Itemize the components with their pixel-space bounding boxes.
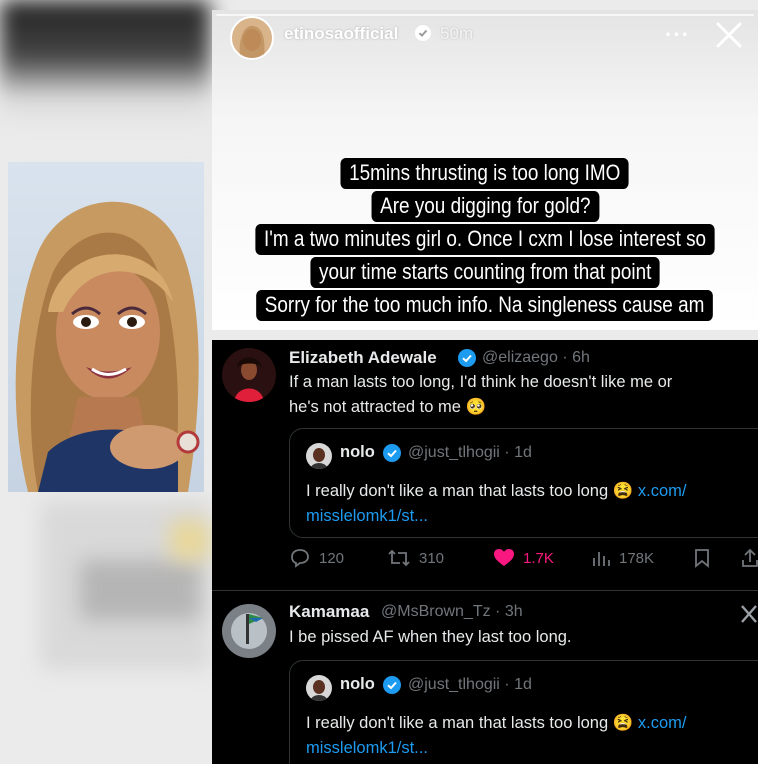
caption-line: I'm a two minutes girl o. Once I cxm I l…: [255, 224, 715, 255]
caption-line: Are you digging for gold?: [371, 191, 599, 222]
quoted-link-continued[interactable]: misslelomk1/st...: [306, 507, 428, 525]
blurred-background-bottom-dark: [80, 560, 200, 620]
heart-icon: [494, 549, 514, 566]
caption-line: your time starts counting from that poin…: [310, 257, 660, 288]
close-icon[interactable]: [712, 18, 746, 52]
views-count: 178K: [619, 549, 655, 567]
like-button[interactable]: 1.7K: [493, 548, 554, 568]
like-count: 1.7K: [523, 549, 554, 567]
share-button[interactable]: [741, 548, 758, 568]
story-timestamp: 50m: [440, 24, 474, 43]
tweet-handle[interactable]: @elizaego · 6h: [482, 349, 590, 367]
blurred-background-accent: [170, 520, 210, 560]
quoted-text: I really don't like a man that lasts too…: [306, 711, 758, 761]
tweet-handle[interactable]: @MsBrown_Tz · 3h: [381, 603, 523, 621]
tweet[interactable]: Kamamaa @MsBrown_Tz · 3h I be pissed AF …: [212, 592, 758, 764]
quoted-tweet-avatar[interactable]: [306, 675, 332, 701]
repost-count: 310: [419, 549, 445, 567]
quoted-text: I really don't like a man that lasts too…: [306, 479, 758, 529]
quoted-text-body: I really don't like a man that lasts too…: [306, 482, 638, 500]
quoted-tweet[interactable]: nolo @just_tlhogii · 1d I really don't l…: [289, 660, 758, 764]
reply-count: 120: [319, 549, 345, 567]
quoted-handle[interactable]: @just_tlhogii · 1d: [408, 676, 532, 694]
more-horizontal-icon[interactable]: ···: [665, 22, 690, 48]
share-icon: [742, 548, 758, 567]
story-progress-bar: [216, 14, 754, 16]
tweet-text: I be pissed AF when they last too long.: [289, 628, 572, 646]
quoted-tweet[interactable]: nolo @just_tlhogii · 1d I really don't l…: [289, 428, 758, 538]
repost-icon: [388, 549, 410, 567]
story-username[interactable]: etinosaofficial: [284, 24, 398, 44]
story-caption: 15mins thrusting is too long IMO Are you…: [212, 158, 758, 323]
verified-badge-icon: [383, 444, 401, 462]
x-logo-icon: [741, 605, 757, 623]
bookmark-button[interactable]: [693, 548, 711, 568]
bookmark-icon: [695, 549, 709, 568]
blurred-background-top: [0, 0, 210, 140]
reply-icon: [291, 549, 309, 568]
verified-badge-icon: [383, 676, 401, 694]
tweet-actions: 120 310 1.7K 178K: [289, 544, 758, 574]
quoted-link-continued[interactable]: misslelomk1/st...: [306, 739, 428, 757]
views-icon: [593, 552, 610, 566]
tweet[interactable]: Elizabeth Adewale @elizaego · 6h 𝕏 If a …: [212, 340, 758, 591]
tweet-author-name[interactable]: Elizabeth Adewale: [289, 348, 437, 368]
tweet-divider: [212, 590, 758, 591]
quoted-link[interactable]: x.com/: [638, 714, 687, 732]
story-avatar[interactable]: [230, 16, 274, 60]
tweet-avatar[interactable]: [222, 348, 276, 402]
caption-line: 15mins thrusting is too long IMO: [340, 158, 630, 189]
tweet-text: If a man lasts too long, I'd think he do…: [289, 370, 749, 420]
reply-button[interactable]: 120: [289, 548, 344, 568]
tweet-author-name[interactable]: Kamamaa: [289, 602, 369, 622]
quoted-link[interactable]: x.com/: [638, 482, 687, 500]
portrait-photo: [8, 162, 204, 492]
quoted-author-name[interactable]: nolo: [340, 443, 375, 462]
tweet-text-line: he's not attracted to me 🥺: [289, 398, 487, 416]
verified-badge-icon: [458, 349, 476, 367]
caption-line: Sorry for the too much info. Na singlene…: [256, 290, 714, 321]
tweet-thread: Elizabeth Adewale @elizaego · 6h 𝕏 If a …: [212, 340, 758, 764]
instagram-story: etinosaofficial 50m ··· 15mins thrusting…: [212, 10, 758, 330]
views-button[interactable]: 178K: [591, 548, 654, 568]
quoted-author-name[interactable]: nolo: [340, 675, 375, 694]
tweet-avatar[interactable]: [222, 604, 276, 658]
quoted-tweet-avatar[interactable]: [306, 443, 332, 469]
repost-button[interactable]: 310: [387, 548, 444, 568]
tweet-text-line: If a man lasts too long, I'd think he do…: [289, 373, 673, 391]
quoted-handle[interactable]: @just_tlhogii · 1d: [408, 444, 532, 462]
verified-badge-icon: [415, 25, 431, 41]
quoted-text-body: I really don't like a man that lasts too…: [306, 714, 638, 732]
